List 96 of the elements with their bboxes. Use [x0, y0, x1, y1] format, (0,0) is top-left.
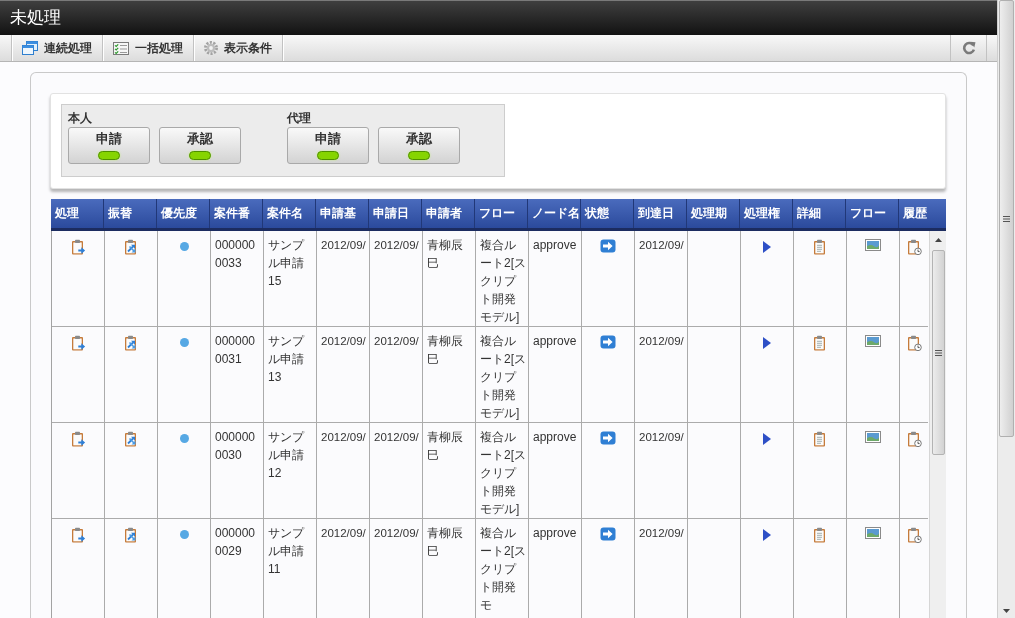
table-cell: approve [529, 231, 582, 327]
clipboard-clock-icon[interactable] [906, 335, 922, 351]
column-header: 履歴 [902, 205, 928, 222]
play-icon[interactable] [763, 433, 771, 445]
clipboard-icon[interactable] [812, 335, 828, 351]
column-header: 案件番 [210, 199, 263, 228]
clipboard-swap-icon[interactable] [123, 239, 139, 255]
clipboard-swap-icon[interactable] [123, 335, 139, 351]
table-cell: 2012/09/ [317, 423, 370, 519]
table-cell: 2012/09/ [370, 519, 423, 618]
play-icon[interactable] [763, 529, 771, 541]
scrollbar[interactable] [929, 231, 946, 618]
window-title: 未処理 [10, 7, 61, 29]
table-cell: 青柳辰巳 [423, 423, 476, 519]
table-cell: 2012/09/ [370, 327, 423, 423]
grip-icon [1003, 215, 1010, 222]
refresh-button[interactable] [950, 35, 987, 61]
table-cell: approve [529, 519, 582, 618]
refresh-icon [961, 41, 976, 55]
clipboard-icon[interactable] [812, 431, 828, 447]
table-cell: 0000000029 [211, 519, 264, 618]
table-cell: 青柳辰巳 [423, 519, 476, 618]
table-cell: 2012/09/ [635, 231, 688, 327]
group-label: 本人 [68, 111, 93, 125]
column-header: 状態 [581, 199, 634, 228]
column-header: 到達日 [634, 199, 687, 228]
table-cell: 複合ルート2[スクリプト開発モデル] [476, 231, 529, 327]
clipboard-clock-icon[interactable] [906, 239, 922, 255]
table-cell: approve [529, 327, 582, 423]
scrollbar-thumb[interactable] [931, 250, 945, 455]
toolbar-button[interactable]: 表示条件 [194, 35, 283, 61]
clipboard-icon[interactable] [812, 527, 828, 543]
filter-button[interactable]: 承認 [159, 127, 241, 164]
table-cell: 0000000030 [211, 423, 264, 519]
scroll-down-icon[interactable] [1003, 609, 1010, 613]
table-cell: 2012/09/ [370, 423, 423, 519]
column-header: フロー [475, 199, 528, 228]
right-arrow-icon[interactable] [600, 431, 616, 445]
clipboard-swap-icon[interactable] [123, 431, 139, 447]
clipboard-clock-icon[interactable] [906, 527, 922, 543]
clipboard-clock-icon[interactable] [906, 431, 922, 447]
table-cell: 2012/09/ [635, 519, 688, 618]
column-header: フロー [846, 199, 899, 228]
column-header: 申請者 [422, 199, 475, 228]
gear-icon [204, 41, 218, 55]
column-header: 詳細 [793, 199, 846, 228]
right-arrow-icon[interactable] [600, 527, 616, 541]
filter-button[interactable]: 承認 [378, 127, 460, 164]
clipboard-icon[interactable] [812, 239, 828, 255]
column-header: 処理権 [740, 199, 793, 228]
table-cell: 2012/09/ [317, 327, 370, 423]
table-cell: 複合ルート2[スクリプト開発モ [476, 519, 529, 618]
picture-icon[interactable] [865, 527, 881, 539]
picture-icon[interactable] [865, 239, 881, 251]
table-cell: 2012/09/ [635, 327, 688, 423]
column-header: 申請日 [369, 199, 422, 228]
table-cell: 複合ルート2[スクリプト開発モデル] [476, 327, 529, 423]
filter-button[interactable]: 申請 [68, 127, 150, 164]
column-header: 振替 [104, 199, 157, 228]
right-arrow-icon[interactable] [600, 239, 616, 253]
column-header: 申請基 [316, 199, 369, 228]
column-header: ノード名 [528, 199, 581, 228]
column-header: 優先度 [157, 199, 210, 228]
table-cell: 青柳辰巳 [423, 327, 476, 423]
toolbar-button[interactable]: 連続処理 [12, 35, 103, 61]
table-cell: 複合ルート2[スクリプト開発モデル] [476, 423, 529, 519]
table-cell: 青柳辰巳 [423, 231, 476, 327]
table-cell: サンプル申請15 [264, 231, 317, 327]
picture-icon[interactable] [865, 431, 881, 443]
table-cell: approve [529, 423, 582, 519]
grip-icon [934, 349, 942, 356]
table-cell: サンプル申請12 [264, 423, 317, 519]
picture-icon[interactable] [865, 335, 881, 347]
table-cell: サンプル申請13 [264, 327, 317, 423]
filter-button[interactable]: 申請 [287, 127, 369, 164]
table-cell: 2012/09/ [317, 231, 370, 327]
table-cell: サンプル申請11 [264, 519, 317, 618]
table-cell: 2012/09/ [317, 519, 370, 618]
table-cell: 2012/09/ [370, 231, 423, 327]
table-cell: 0000000033 [211, 231, 264, 327]
group-label: 代理 [287, 111, 312, 125]
play-icon[interactable] [763, 337, 771, 349]
scrollbar[interactable] [997, 0, 1015, 618]
checklist-icon [113, 41, 129, 55]
play-icon[interactable] [763, 241, 771, 253]
scrollbar-thumb[interactable] [999, 0, 1014, 437]
column-header: 処理期 [687, 199, 740, 228]
column-header: 案件名 [263, 199, 316, 228]
scroll-up-icon[interactable] [934, 238, 942, 242]
clipboard-swap-icon[interactable] [123, 527, 139, 543]
table-cell: 0000000031 [211, 327, 264, 423]
windows-icon [22, 41, 38, 55]
right-arrow-icon[interactable] [600, 335, 616, 349]
column-header: 処理 [51, 199, 104, 228]
table-cell: 2012/09/ [635, 423, 688, 519]
toolbar-button[interactable]: 一括処理 [103, 35, 194, 61]
